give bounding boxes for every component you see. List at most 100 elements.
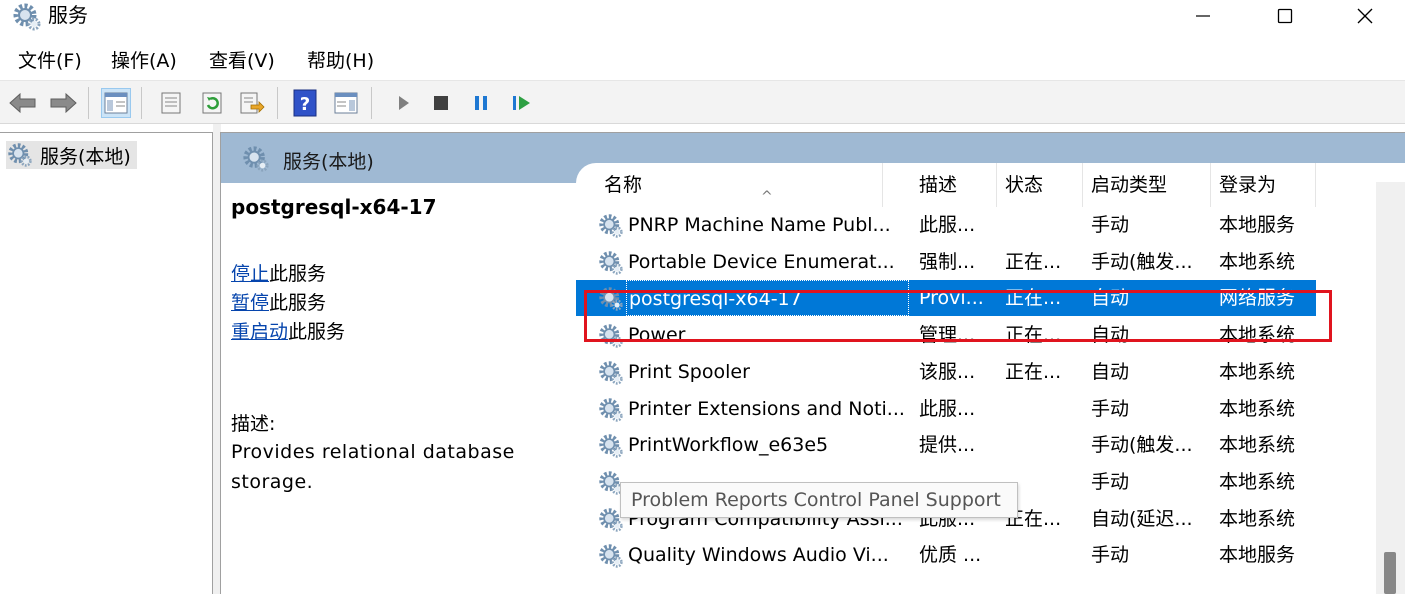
service-name-cell: Print Spooler [628, 360, 750, 383]
annotation-highlight-box [584, 290, 1332, 342]
toolbar-separator [277, 87, 278, 119]
stop-service-link[interactable]: 停止 [231, 263, 269, 285]
service-description-cell: 提供... [919, 434, 976, 457]
console-tree-icon [104, 92, 128, 114]
restart-service-action: 重启动此服务 [231, 319, 345, 345]
close-icon [1357, 8, 1373, 24]
service-gear-icon [598, 213, 624, 243]
selected-service-name: postgresql-x64-17 [231, 195, 437, 219]
services-gear-icon [8, 143, 32, 167]
menu-action[interactable]: 操作(A) [111, 48, 177, 74]
service-startup-type-cell: 手动(触发... [1091, 250, 1193, 273]
refresh-button[interactable] [197, 88, 227, 118]
service-logon-cell: 本地服务 [1219, 214, 1296, 236]
service-gear-icon [598, 433, 624, 463]
pause-service-link[interactable]: 暂停 [231, 292, 269, 314]
service-startup-type-cell: 手动 [1091, 544, 1130, 567]
description-label: 描述: [231, 413, 276, 435]
service-status-cell [1005, 427, 1083, 463]
restart-icon [513, 96, 530, 110]
help-button[interactable]: ? [290, 88, 320, 118]
menu-view[interactable]: 查看(V) [209, 48, 275, 74]
play-icon [399, 96, 409, 110]
service-startup-type-cell: 手动(触发... [1091, 434, 1193, 457]
stop-icon [434, 96, 448, 110]
service-detail-pane: postgresql-x64-17 停止此服务 暂停此服务 重启动此服务 描述:… [221, 183, 576, 594]
service-status-cell [1005, 391, 1083, 427]
service-gear-icon [598, 360, 624, 390]
table-row[interactable]: PrintWorkflow_e63e5 提供... 手动(触发... 本地系统 [576, 427, 1316, 463]
maximize-icon [1277, 8, 1293, 24]
column-header-description[interactable]: 描述 [911, 163, 997, 207]
menu-help[interactable]: 帮助(H) [307, 48, 374, 74]
properties-button[interactable] [156, 88, 186, 118]
service-startup-type-cell: 自动 [1091, 360, 1130, 383]
tree-item-label: 服务(本地) [40, 145, 131, 168]
pause-icon [475, 96, 487, 110]
service-logon-cell: 本地服务 [1219, 544, 1296, 567]
show-hide-console-tree-button[interactable] [101, 88, 131, 118]
tree-item-services-local[interactable]: 服务(本地) [6, 141, 137, 169]
back-button[interactable] [8, 88, 38, 118]
window-title: 服务 [48, 3, 88, 27]
svg-text:?: ? [300, 94, 310, 115]
stop-service-action: 停止此服务 [231, 261, 326, 287]
service-status-cell: 正在... [1005, 250, 1062, 273]
table-row[interactable]: Portable Device Enumerat... 强制... 正在... 手动(… [576, 244, 1316, 280]
service-description-cell: 强制... [919, 250, 976, 273]
service-description-cell: 此服... [919, 214, 976, 236]
column-header-startup-type[interactable]: 启动类型 [1083, 163, 1211, 207]
description-text: Provides relational database storage. [231, 441, 515, 493]
minimize-button[interactable] [1163, 0, 1243, 32]
service-startup-type-cell: 手动 [1091, 470, 1130, 493]
column-header-logon-as[interactable]: 登录为 [1211, 163, 1316, 207]
toolbar-separator [88, 87, 89, 119]
toolbar-separator [371, 87, 372, 119]
table-row[interactable]: Printer Extensions and Noti... 此服... 手动 本地系… [576, 391, 1316, 427]
stop-service-button[interactable] [426, 88, 456, 118]
service-status-cell [1005, 207, 1083, 243]
pause-service-button[interactable] [466, 88, 496, 118]
action-pane-button[interactable] [331, 88, 361, 118]
service-gear-icon [598, 250, 624, 280]
column-header-name[interactable]: 名称 ^ [596, 163, 883, 207]
toolbar: ? [0, 80, 1405, 124]
services-gear-icon [243, 146, 269, 172]
action-suffix: 此服务 [288, 321, 346, 343]
service-description-cell: 该服... [919, 360, 976, 383]
service-startup-type-cell: 手动 [1091, 397, 1130, 420]
service-logon-cell: 本地系统 [1219, 434, 1296, 457]
column-header-status[interactable]: 状态 [997, 163, 1083, 207]
restart-service-link[interactable]: 重启动 [231, 321, 288, 343]
vertical-scrollbar[interactable] [1376, 182, 1405, 594]
service-status-cell [1005, 537, 1083, 573]
service-name-cell: Portable Device Enumerat... [628, 250, 895, 273]
action-pane-icon [334, 92, 358, 114]
minimize-icon [1196, 15, 1210, 17]
start-service-button[interactable] [388, 88, 418, 118]
pause-service-action: 暂停此服务 [231, 290, 326, 316]
service-name-cell: PrintWorkflow_e63e5 [628, 434, 829, 457]
close-button[interactable] [1325, 0, 1405, 32]
export-list-button[interactable] [237, 88, 267, 118]
table-row[interactable]: Quality Windows Audio Vi... 优质 ... 手动 本地服务 [576, 537, 1316, 573]
service-gear-icon [598, 543, 624, 573]
panel-title: 服务(本地) [283, 151, 374, 173]
maximize-button[interactable] [1245, 0, 1325, 32]
scrollbar-thumb[interactable] [1384, 552, 1396, 594]
forward-button[interactable] [48, 88, 78, 118]
action-suffix: 此服务 [269, 292, 327, 314]
service-description-cell: 此服... [919, 397, 976, 420]
service-logon-cell: 本地系统 [1219, 507, 1296, 530]
menu-file[interactable]: 文件(F) [18, 48, 82, 74]
menu-bar: 文件(F) 操作(A) 查看(V) 帮助(H) [0, 42, 1405, 80]
table-row[interactable]: Print Spooler 该服... 正在... 自动 本地系统 [576, 354, 1316, 390]
service-name-cell: PNRP Machine Name Publ... [628, 214, 891, 236]
refresh-icon [202, 92, 222, 114]
table-row[interactable]: PNRP Machine Name Publ... 此服... 手动 本地服务 [576, 207, 1316, 243]
toolbar-separator [141, 87, 142, 119]
back-arrow-icon [9, 92, 36, 114]
restart-service-button[interactable] [507, 88, 537, 118]
forward-arrow-icon [50, 92, 77, 114]
name-tooltip: Problem Reports Control Panel Support [620, 482, 1018, 518]
